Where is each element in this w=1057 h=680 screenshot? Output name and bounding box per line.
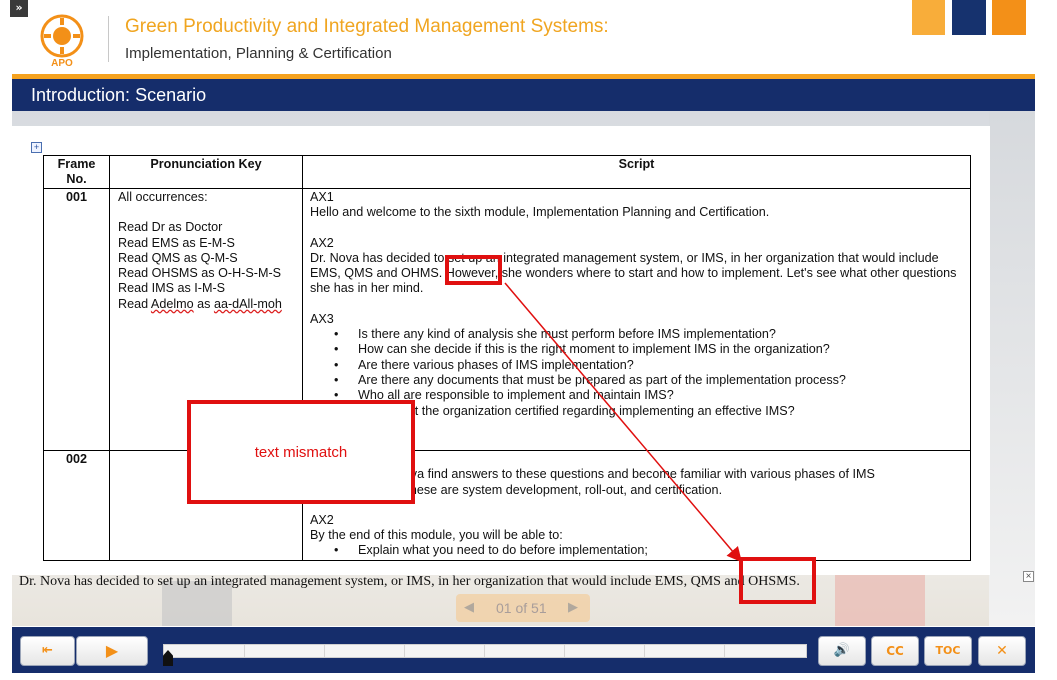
key-intro: All occurrences: — [118, 190, 208, 204]
course-title: Green Productivity and Integrated Manage… — [125, 16, 609, 37]
audio-text: By the end of this module, you will be a… — [310, 528, 563, 543]
play-button[interactable]: ▶ — [76, 636, 148, 666]
header-script: Script — [302, 155, 971, 189]
table-row: 001 All occurrences: Read Dr as Doctor R… — [43, 188, 971, 451]
script-document: + Frame No. Pronunciation Key Script 001… — [12, 126, 990, 575]
table-move-handle-icon[interactable]: + — [31, 142, 42, 153]
frame-number: 002 — [43, 450, 110, 561]
audio-text: Hello and welcome to the sixth module, I… — [310, 205, 770, 220]
caption-close-icon[interactable]: × — [1023, 571, 1034, 582]
objective-list: Explain what you need to do before imple… — [310, 543, 963, 559]
list-item: How can she decide if this is the right … — [334, 342, 963, 358]
player-control-bar: ⇤ ▶ 🔊 CC TOC ✕ — [12, 627, 1035, 673]
key-item: Read Dr as Doctor — [118, 220, 223, 235]
prev-slide-icon[interactable]: ◀ — [464, 599, 474, 615]
list-item: Is there any kind of analysis she must p… — [334, 327, 963, 343]
slide-pager: ◀ 01 of 51 ▶ — [456, 594, 590, 622]
page-title: Introduction: Scenario — [31, 85, 207, 105]
audio-label: AX2 — [310, 235, 334, 250]
table-header-row: Frame No. Pronunciation Key Script — [43, 155, 971, 189]
audio-label: AX1 — [310, 190, 334, 204]
audio-label: AX2 — [310, 512, 334, 527]
key-item: Read IMS as I-M-S — [118, 281, 226, 296]
script-table: Frame No. Pronunciation Key Script 001 A… — [43, 155, 971, 561]
exit-button[interactable]: ⇤ — [20, 636, 75, 666]
highlight-box-script — [445, 255, 502, 285]
background-shelf — [989, 111, 1035, 626]
frame-number: 001 — [43, 188, 110, 451]
next-slide-icon[interactable]: ▶ — [568, 599, 578, 615]
annotation-note: text mismatch — [187, 400, 415, 504]
key-item: Read OHSMS as O-H-S-M-S — [118, 266, 282, 281]
course-subtitle: Implementation, Planning & Certification — [125, 45, 392, 62]
close-button[interactable]: ✕ — [978, 636, 1026, 666]
logo-text: APO — [51, 58, 73, 68]
list-item: How to get the organization certified re… — [334, 404, 963, 420]
audio-text: Dr. Nova has decided to set up an integr… — [310, 250, 957, 296]
closed-caption-button[interactable]: CC — [871, 636, 919, 666]
spellcheck-word: aa-dAll-moh — [213, 296, 282, 311]
toc-button[interactable]: TOC — [924, 636, 972, 666]
list-item: Explain what you need to do before imple… — [334, 543, 963, 559]
key-item: Read EMS as E-M-S — [118, 235, 235, 250]
audio-label: AX3 — [310, 311, 334, 326]
closed-caption-text: Dr. Nova has decided to set up an integr… — [19, 574, 800, 589]
header-pronunciation-key: Pronunciation Key — [109, 155, 303, 189]
brand-square-orange — [992, 0, 1026, 35]
header-frame-no: Frame No. — [43, 155, 110, 189]
brand-square-navy — [952, 0, 986, 35]
panel-toggle-button[interactable]: » — [10, 0, 28, 17]
brand-square-light-orange — [912, 0, 945, 35]
apo-logo: APO — [40, 14, 84, 68]
highlight-box-caption — [739, 557, 816, 604]
slide-counter: 01 of 51 — [496, 600, 547, 616]
page-title-bar: Introduction: Scenario — [12, 79, 1035, 111]
spellcheck-word: Adelmo — [150, 296, 194, 311]
list-item: Are there various phases of IMS implemen… — [334, 358, 963, 374]
table-row: 002 AX1 Let us help Dr. Nova find answer… — [43, 450, 971, 561]
background-object — [835, 571, 925, 626]
header-divider — [108, 16, 109, 62]
progress-bar[interactable] — [163, 644, 807, 658]
list-item: Who all are responsible to implement and… — [334, 388, 963, 404]
key-item: Read Adelmo as aa-dAll-moh — [118, 296, 282, 311]
audio-icon[interactable]: 🔊 — [818, 636, 866, 666]
list-item: Are there any documents that must be pre… — [334, 373, 963, 389]
key-item: Read QMS as Q-M-S — [118, 250, 238, 265]
annotation-note-text: text mismatch — [254, 444, 348, 461]
